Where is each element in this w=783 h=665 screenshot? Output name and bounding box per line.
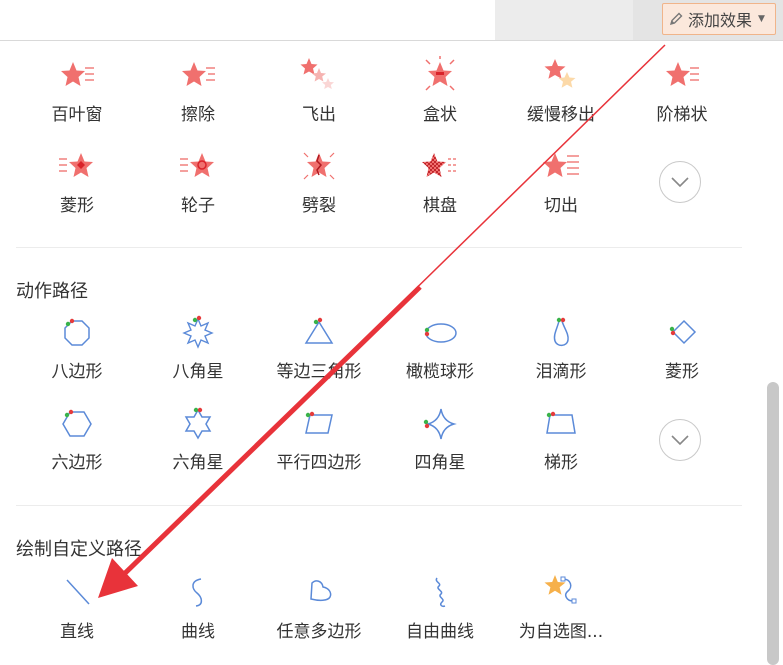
six-point-star-path-icon: [184, 407, 212, 440]
diamond-path-icon: [669, 319, 697, 345]
path-parallelogram[interactable]: 平行四边形: [258, 404, 380, 484]
custom-freeform[interactable]: 任意多边形: [258, 573, 380, 653]
path-label: 泪滴形: [535, 362, 587, 382]
path-triangle[interactable]: 等边三角形: [258, 313, 380, 393]
custom-shape-path[interactable]: 为自选图...: [500, 573, 622, 653]
path-label: 菱形: [665, 362, 699, 382]
effect-label: 轮子: [181, 196, 215, 216]
effect-label: 擦除: [181, 105, 215, 125]
shape-path-icon: [544, 575, 577, 604]
effect-label: 劈裂: [302, 196, 336, 216]
path-diamond[interactable]: 菱形: [621, 313, 743, 393]
effect-label: 棋盘: [423, 196, 457, 216]
line-path-icon: [66, 579, 90, 605]
custom-paths-title: 绘制自定义路径: [16, 539, 142, 560]
effect-crawl-out[interactable]: 缓慢移出: [500, 56, 622, 136]
effect-diamond[interactable]: 菱形: [16, 147, 138, 227]
effect-label: 飞出: [302, 105, 336, 125]
path-eight-point-star[interactable]: 八角星: [137, 313, 259, 393]
split-star-icon: [303, 152, 335, 180]
diamond-star-icon: [59, 153, 93, 177]
wheel-star-icon: [180, 153, 214, 177]
chevron-down-icon: [671, 435, 689, 446]
add-effect-button[interactable]: 添加效果 ▼: [662, 3, 776, 35]
effect-split[interactable]: 劈裂: [258, 147, 380, 227]
more-exit-effects-button[interactable]: [659, 161, 701, 203]
parallelogram-path-icon: [305, 411, 333, 434]
section-divider: [16, 247, 742, 248]
effect-blinds[interactable]: 百叶窗: [16, 56, 138, 136]
path-label: 八角星: [172, 362, 224, 382]
custom-path-label: 直线: [60, 622, 94, 642]
add-effect-label: 添加效果: [688, 11, 753, 30]
football-path-icon: [424, 323, 457, 343]
custom-curve[interactable]: 曲线: [137, 573, 259, 653]
checkerboard-star-icon: [422, 153, 456, 177]
path-label: 六边形: [51, 453, 103, 473]
hexagon-path-icon: [62, 409, 92, 437]
top-bar: 添加效果 ▼: [0, 0, 783, 41]
path-trapezoid[interactable]: 梯形: [500, 404, 622, 484]
custom-scribble[interactable]: 自由曲线: [379, 573, 501, 653]
more-motion-paths-button[interactable]: [659, 419, 701, 461]
toolbar-area: [495, 0, 633, 41]
section-divider: [16, 505, 742, 506]
four-point-star-path-icon: [423, 408, 457, 440]
effect-label: 阶梯状: [656, 105, 708, 125]
effect-label: 盒状: [423, 105, 457, 125]
effect-label: 百叶窗: [51, 105, 103, 125]
effect-checkerboard[interactable]: 棋盘: [379, 147, 501, 227]
trapezoid-path-icon: [546, 411, 576, 434]
path-four-point-star[interactable]: 四角星: [379, 404, 501, 484]
path-label: 梯形: [544, 453, 578, 473]
effect-box[interactable]: 盒状: [379, 56, 501, 136]
path-label: 橄榄球形: [406, 362, 474, 382]
stairs-star-icon: [666, 62, 699, 86]
custom-path-label: 为自选图...: [518, 622, 604, 642]
crawl-out-star-icon: [544, 59, 576, 88]
chevron-down-icon: [671, 177, 689, 188]
path-football[interactable]: 橄榄球形: [379, 313, 501, 393]
path-label: 四角星: [414, 453, 466, 473]
wipe-star-icon: [182, 62, 215, 86]
path-label: 平行四边形: [276, 453, 362, 473]
blinds-star-icon: [61, 62, 94, 86]
effect-wheel[interactable]: 轮子: [137, 147, 259, 227]
curve-path-icon: [192, 578, 203, 607]
freeform-polygon-icon: [310, 580, 332, 602]
effect-label: 切出: [544, 196, 578, 216]
cut-out-star-icon: [543, 153, 579, 177]
effect-stairs[interactable]: 阶梯状: [621, 56, 743, 136]
teardrop-path-icon: [553, 317, 569, 347]
effect-wipe[interactable]: 擦除: [137, 56, 259, 136]
path-six-point-star[interactable]: 六角星: [137, 404, 259, 484]
custom-path-label: 自由曲线: [406, 622, 474, 642]
custom-path-label: 任意多边形: [276, 622, 362, 642]
chevron-down-icon: ▼: [758, 14, 765, 24]
eight-point-star-path-icon: [182, 315, 214, 349]
box-star-icon: [425, 56, 455, 91]
fly-out-star-icon: [300, 58, 334, 89]
scrollbar-thumb[interactable]: [767, 382, 779, 665]
pencil-icon: [669, 12, 683, 26]
effect-label: 缓慢移出: [527, 105, 595, 125]
path-label: 八边形: [51, 362, 103, 382]
effects-panel: 百叶窗 擦除 飞出 盒状 缓慢移出 阶梯状 菱形 轮子 劈裂 棋盘 切出 动作路…: [0, 41, 783, 665]
effect-fly-out[interactable]: 飞出: [258, 56, 380, 136]
triangle-path-icon: [304, 317, 334, 344]
path-label: 六角星: [172, 453, 224, 473]
path-teardrop[interactable]: 泪滴形: [500, 313, 622, 393]
custom-line[interactable]: 直线: [16, 573, 138, 653]
scribble-path-icon: [435, 577, 446, 607]
motion-paths-title: 动作路径: [16, 281, 88, 302]
effect-label: 菱形: [60, 196, 94, 216]
custom-path-label: 曲线: [181, 622, 215, 642]
octagon-path-icon: [64, 318, 90, 346]
path-label: 等边三角形: [276, 362, 362, 382]
effect-cut-out[interactable]: 切出: [500, 147, 622, 227]
path-hexagon[interactable]: 六边形: [16, 404, 138, 484]
path-octagon[interactable]: 八边形: [16, 313, 138, 393]
